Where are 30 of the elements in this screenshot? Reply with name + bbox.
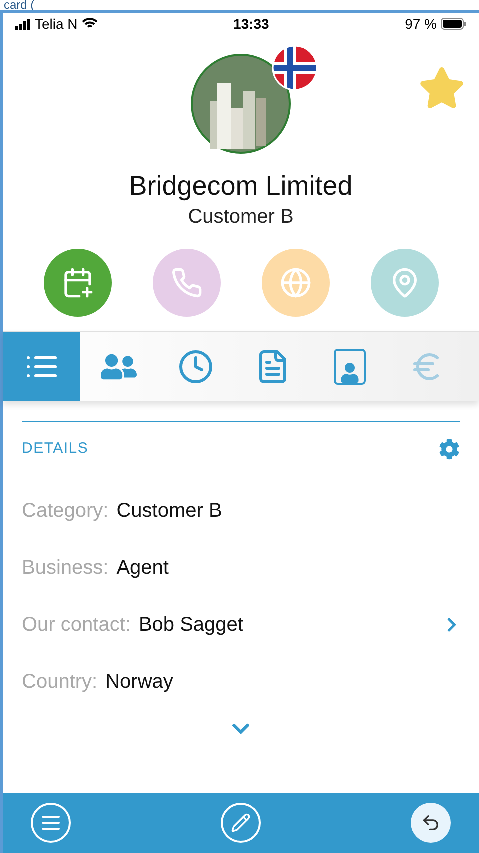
tab[interactable] — [3, 332, 80, 401]
back-button[interactable] — [411, 803, 451, 843]
favorite-star-icon[interactable] — [419, 65, 465, 111]
field-value: Bob Sagget — [138, 613, 244, 638]
pencil-icon — [231, 813, 251, 833]
section-title: DETAILS — [22, 439, 89, 459]
field-value: Customer B — [116, 499, 222, 524]
field-value: Agent — [116, 556, 169, 581]
id-badge-icon — [334, 348, 366, 384]
battery-percent: 97 % — [405, 14, 437, 34]
calendar-add-icon — [62, 267, 94, 299]
field-label: Category: — [22, 499, 109, 524]
company-name: Bridgecom Limited — [129, 170, 353, 203]
clock-icon — [178, 348, 214, 384]
clock-time: 13:33 — [234, 14, 270, 34]
field-label: Our contact: — [22, 613, 131, 638]
field-value: Norway — [106, 670, 174, 695]
company-category: Customer B — [188, 205, 294, 230]
back-arrow-icon — [421, 813, 441, 833]
field-label: Business: — [22, 556, 109, 581]
edit-button[interactable] — [221, 803, 261, 843]
field-label: Country: — [22, 670, 98, 695]
settings-icon[interactable] — [439, 438, 460, 460]
signal-icon — [15, 18, 31, 30]
globe-icon — [280, 267, 312, 299]
carrier-name: Telia N — [35, 14, 78, 34]
wifi-icon — [82, 18, 98, 30]
phone-icon — [170, 267, 202, 299]
battery-icon — [441, 18, 467, 30]
menu-button[interactable] — [31, 803, 71, 843]
